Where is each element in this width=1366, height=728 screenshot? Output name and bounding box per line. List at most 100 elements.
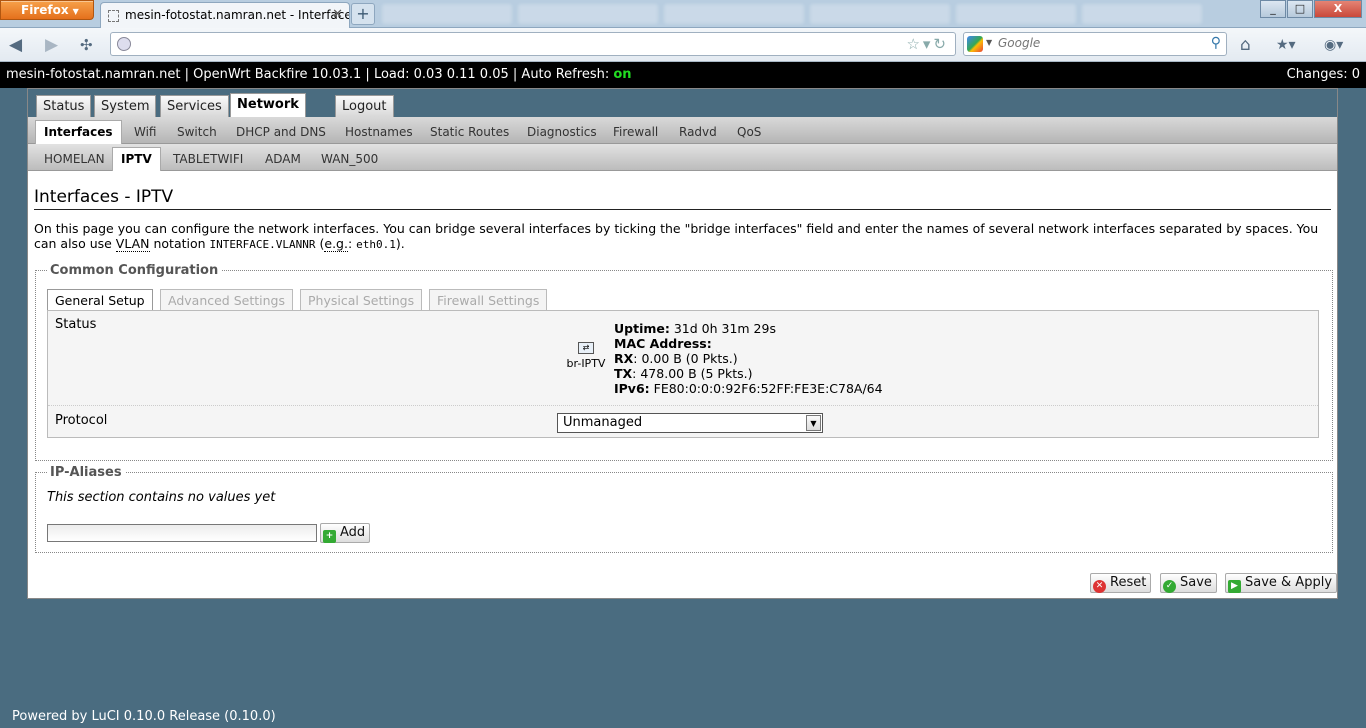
protocol-select[interactable]: Unmanaged ▼ — [557, 413, 823, 433]
uptime-value: 31d 0h 31m 29s — [669, 321, 776, 336]
auto-refresh-toggle[interactable]: on — [613, 67, 631, 82]
tab-general-setup[interactable]: General Setup — [47, 289, 153, 311]
tab-advanced-settings[interactable]: Advanced Settings — [160, 289, 293, 311]
submenu-radvd[interactable]: Radvd — [673, 122, 723, 142]
protocol-selected-value: Unmanaged — [563, 415, 643, 430]
description-text: notation — [149, 236, 210, 251]
page-title: Interfaces - IPTV — [34, 187, 174, 207]
save-button[interactable]: ✓ Save — [1160, 573, 1217, 593]
common-configuration-legend: Common Configuration — [47, 263, 222, 278]
uptime-label: Uptime: — [614, 321, 670, 336]
alias-name-input[interactable] — [47, 524, 317, 542]
ipv6-label: IPv6: — [614, 381, 650, 396]
new-tab-button[interactable]: + — [351, 3, 375, 25]
bookmarks-icon[interactable]: ★▾ — [1276, 35, 1296, 55]
chevron-down-icon[interactable]: ▼ — [986, 38, 992, 47]
changes-counter[interactable]: Changes: 0 — [1287, 67, 1360, 82]
footer-powered-by: Powered by LuCI 0.10.0 Release (0.10.0) — [12, 709, 276, 724]
separator: | — [508, 67, 522, 82]
search-bar[interactable]: ▼ ⚲ — [963, 32, 1227, 56]
empty-section-text: This section contains no values yet — [47, 490, 276, 505]
rx-value: : 0.00 B (0 Pkts.) — [633, 351, 738, 366]
interface-tab-tabletwifi[interactable]: TABLETWIFI — [167, 149, 249, 169]
save-apply-label: Save & Apply — [1245, 575, 1333, 590]
hostname: mesin-fotostat.namran.net — [6, 67, 181, 82]
background-tab[interactable] — [664, 4, 804, 24]
address-bar[interactable]: ☆▾↻ — [110, 32, 956, 56]
chevron-down-icon[interactable]: ▼ — [806, 415, 821, 431]
tab-network[interactable]: Network — [230, 93, 306, 117]
background-tab[interactable] — [382, 4, 512, 24]
submenu-firewall[interactable]: Firewall — [607, 122, 664, 142]
interface-name: br-IPTV — [566, 357, 606, 370]
reset-icon: ✕ — [1093, 580, 1106, 593]
load-average: Load: 0.03 0.11 0.05 — [373, 67, 509, 82]
background-tab[interactable] — [518, 4, 658, 24]
code-snippet: eth0.1 — [356, 238, 396, 251]
back-arrow-icon[interactable]: ◀ — [9, 35, 22, 55]
tab-system[interactable]: System — [94, 95, 157, 117]
add-alias-button[interactable]: + Add — [320, 523, 371, 543]
reset-button[interactable]: ✕ Reset — [1090, 573, 1152, 593]
status-row: Status ⇄ br-IPTV Uptime: 31d 0h 31m 29s … — [48, 311, 1318, 406]
apply-icon: ▶ — [1228, 580, 1241, 593]
interfaces-submenu: HOMELAN IPTV TABLETWIFI ADAM WAN_500 — [28, 144, 1337, 171]
luci-header: mesin-fotostat.namran.net | OpenWrt Back… — [0, 62, 1366, 88]
close-tab-icon[interactable]: ✕ — [332, 7, 343, 22]
browser-tab-title: mesin-fotostat.namran.net - Interfaces -… — [125, 8, 349, 22]
search-icon[interactable]: ⚲ — [1211, 35, 1221, 51]
home-icon[interactable]: ⌂ — [1240, 35, 1251, 55]
eg-abbr: e.g. — [324, 236, 348, 252]
network-submenu: Interfaces Wifi Switch DHCP and DNS Host… — [28, 117, 1337, 144]
tx-label: TX — [614, 366, 633, 381]
submenu-diagnostics[interactable]: Diagnostics — [521, 122, 603, 142]
submenu-static-routes[interactable]: Static Routes — [424, 122, 515, 142]
tab-logout[interactable]: Logout — [335, 95, 394, 117]
background-tab[interactable] — [810, 4, 950, 24]
interface-tab-homelan[interactable]: HOMELAN — [38, 149, 111, 169]
maximize-button[interactable]: □ — [1287, 0, 1313, 18]
firefox-menu-label: Firefox — [21, 3, 69, 17]
submenu-dhcp-dns[interactable]: DHCP and DNS — [230, 122, 332, 142]
tab-status[interactable]: Status — [36, 95, 92, 117]
save-apply-button[interactable]: ▶ Save & Apply — [1225, 573, 1338, 593]
submenu-wifi[interactable]: Wifi — [128, 122, 163, 142]
reset-label: Reset — [1110, 575, 1147, 590]
add-icon: + — [323, 530, 336, 543]
interface-tab-wan500[interactable]: WAN_500 — [315, 149, 384, 169]
interface-tab-iptv[interactable]: IPTV — [112, 147, 161, 171]
submenu-hostnames[interactable]: Hostnames — [339, 122, 419, 142]
submenu-interfaces[interactable]: Interfaces — [35, 120, 122, 144]
background-tab[interactable] — [1082, 4, 1202, 24]
bookmark-star-icon[interactable]: ☆▾↻ — [906, 35, 949, 53]
distribution-version: OpenWrt Backfire 10.03.1 — [193, 67, 362, 82]
close-window-button[interactable]: X — [1314, 0, 1362, 18]
firefox-menu-button[interactable]: Firefox ▼ — [0, 0, 94, 20]
page-favicon-icon — [108, 10, 119, 22]
add-label: Add — [340, 525, 366, 540]
minimize-button[interactable]: _ — [1260, 0, 1286, 18]
search-input[interactable] — [998, 36, 1198, 50]
mac-label: MAC Address: — [614, 336, 712, 351]
forward-arrow-icon[interactable]: ▶ — [45, 35, 58, 55]
background-tab[interactable] — [956, 4, 1076, 24]
tab-physical-settings[interactable]: Physical Settings — [300, 289, 423, 311]
tab-services[interactable]: Services — [160, 95, 229, 117]
status-label: Status — [55, 317, 97, 332]
description-text: : — [347, 236, 357, 251]
chevron-down-icon: ▼ — [72, 7, 79, 16]
code-snippet: INTERFACE.VLANNR — [209, 238, 316, 251]
browser-tab-active[interactable]: mesin-fotostat.namran.net - Interfaces -… — [100, 2, 350, 28]
interface-status: Uptime: 31d 0h 31m 29s MAC Address: RX: … — [614, 321, 883, 396]
tx-value: : 478.00 B (5 Pkts.) — [632, 366, 753, 381]
addon-icon[interactable]: ◉▾ — [1324, 35, 1343, 55]
interface-tab-adam[interactable]: ADAM — [259, 149, 307, 169]
submenu-qos[interactable]: QoS — [731, 122, 767, 142]
browser-tabbar: Firefox ▼ mesin-fotostat.namran.net - Int… — [0, 0, 1366, 28]
auto-refresh-label: Auto Refresh: — [521, 67, 614, 82]
tools-icon[interactable]: ✣ — [80, 35, 93, 55]
main-content: Status System Services Network Logout In… — [27, 88, 1338, 599]
tab-firewall-settings[interactable]: Firewall Settings — [429, 289, 548, 311]
google-logo-icon[interactable] — [967, 36, 983, 52]
submenu-switch[interactable]: Switch — [171, 122, 223, 142]
